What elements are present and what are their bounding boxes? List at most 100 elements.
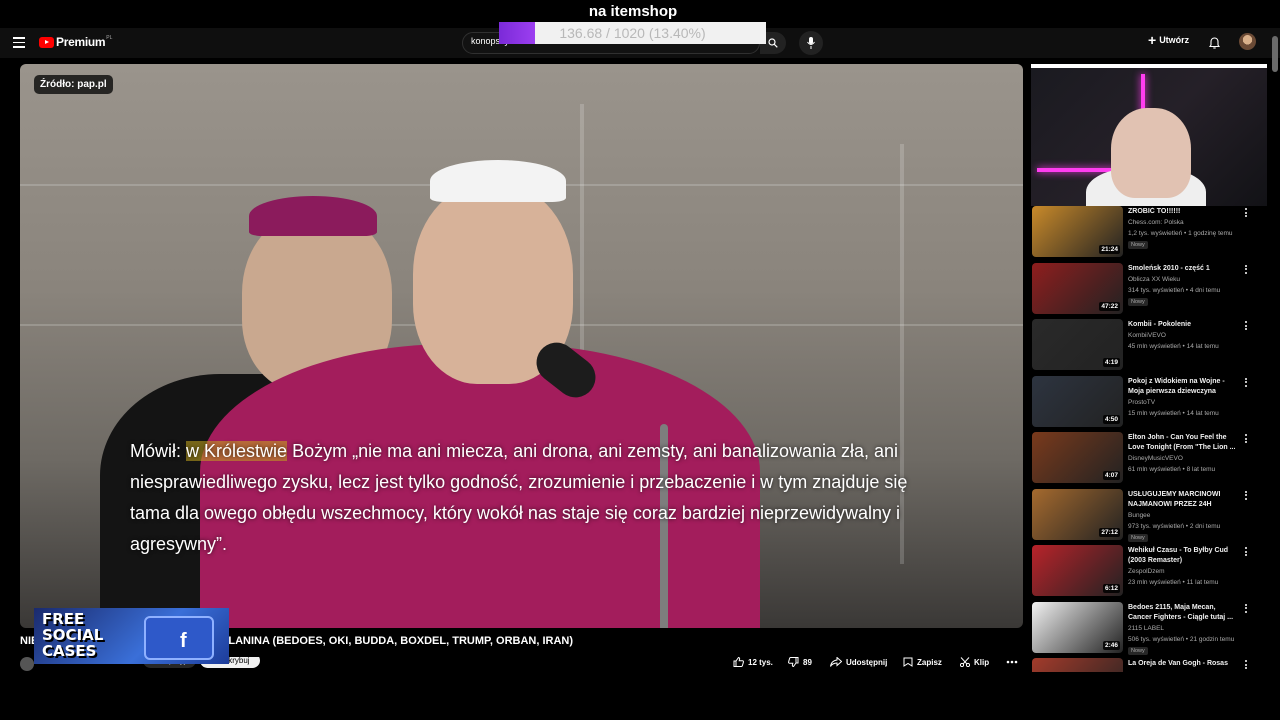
recommendation-item[interactable]: 2:46 Bedoes 2115, Maja Mecan, Cancer Figh… — [1031, 601, 1267, 659]
video-duration: 21:24 — [1099, 245, 1120, 254]
save-label: Zapisz — [917, 657, 942, 667]
video-thumbnail[interactable]: 6:12 — [1032, 545, 1123, 596]
more-vertical-icon[interactable] — [1245, 377, 1249, 389]
recommendation-item[interactable]: 47:22 Smoleńsk 2010 - część 1 Oblicza XX W… — [1031, 262, 1267, 320]
subtitle-highlight: w Królestwie — [186, 441, 288, 461]
more-vertical-icon[interactable] — [1245, 321, 1249, 332]
more-vertical-icon[interactable] — [1245, 490, 1249, 502]
recommendation-channel[interactable]: DisneyMusicVEVO — [1128, 455, 1183, 462]
video-duration: 27:12 — [1099, 527, 1120, 537]
more-vertical-icon[interactable] — [1245, 660, 1249, 671]
more-actions-button[interactable] — [1005, 658, 1023, 666]
more-vertical-icon[interactable] — [1245, 208, 1249, 219]
video-thumbnail[interactable]: 27:12 — [1032, 488, 1123, 540]
dislike-button[interactable]: 89 — [788, 657, 812, 667]
recommendation-channel[interactable]: ProstoTV — [1128, 399, 1155, 406]
video-thumbnail[interactable]: 4:50 — [1032, 375, 1123, 427]
recommendation-list: 21:24 ZROBIĆ TO!!!!!! Chess.com: Polska 1,2… — [1031, 206, 1267, 672]
recommendation-meta: 23 mln wyświetleń • 11 lat temu — [1128, 579, 1219, 586]
video-thumbnail[interactable]: 47:22 — [1032, 262, 1123, 314]
recommendation-channel[interactable]: KombiiVEVO — [1128, 332, 1166, 339]
promo-line: SOCIAL — [42, 626, 104, 644]
streamer-head — [1111, 108, 1191, 198]
recommendation-item[interactable]: 27:12 USŁUGUJEMY MARCINOWI NAJMANOWI PRZE… — [1031, 488, 1267, 546]
recommendation-meta: 506 tys. wyświetleń • 21 godzin temu — [1128, 635, 1235, 643]
video-duration: 6:12 — [1102, 584, 1120, 593]
recommendation-title[interactable]: Kombii - Pokolenie — [1128, 320, 1240, 330]
recommendation-channel[interactable]: Oblicza XX Wieku — [1128, 276, 1180, 283]
recommendation-title[interactable]: Wehikuł Czasu - To Byłby Cud (2003 Remas… — [1128, 546, 1240, 566]
page-scrollbar[interactable] — [1272, 36, 1278, 72]
thumbs-down-icon — [788, 657, 799, 667]
recommendation-title[interactable]: Bedoes 2115, Maja Mecan, Cancer Fighters… — [1128, 603, 1240, 623]
recommendation-item[interactable]: 6:12 Wehikuł Czasu - To Byłby Cud (2003 R… — [1031, 545, 1267, 602]
youtube-icon — [39, 36, 54, 48]
menu-icon[interactable] — [13, 37, 25, 48]
video-duration: 4:07 — [1102, 471, 1120, 480]
video-thumbnail[interactable]: 4:19 — [1032, 319, 1123, 370]
recommendation-channel[interactable]: 2115 LABEL — [1128, 625, 1164, 632]
video-duration: 4:19 — [1102, 358, 1120, 367]
recommendation-channel[interactable]: Bungee — [1128, 512, 1150, 519]
more-vertical-icon[interactable] — [1245, 434, 1249, 445]
bell-icon — [1208, 37, 1221, 49]
dislike-count: 89 — [803, 657, 812, 667]
recommendation-meta: 973 tys. wyświetleń • 2 dni temu — [1128, 522, 1221, 530]
recommendation-item[interactable]: 21:24 ZROBIĆ TO!!!!!! Chess.com: Polska 1,2… — [1031, 206, 1267, 263]
more-vertical-icon[interactable] — [1245, 547, 1249, 558]
recommendation-title[interactable]: Smoleńsk 2010 - część 1 — [1128, 264, 1240, 274]
thumbs-up-icon — [733, 657, 744, 667]
save-button[interactable]: Zapisz — [903, 657, 942, 667]
recommendation-meta: 61 mln wyświetleń • 8 lat temu — [1128, 466, 1216, 473]
video-thumbnail[interactable]: 21:24 — [1032, 206, 1123, 257]
more-horizontal-icon — [1006, 660, 1018, 664]
more-vertical-icon[interactable] — [1245, 264, 1249, 276]
recommendation-title[interactable]: Pokoj z Widokiem na Wojne - Moja pierwsz… — [1128, 377, 1240, 397]
recommendation-channel[interactable]: ZespolDzem — [1128, 568, 1164, 575]
create-button[interactable]: + Utwórz — [1148, 33, 1190, 47]
video-duration: 47:22 — [1099, 301, 1120, 311]
recommendations-sidebar: 21:24 ZROBIĆ TO!!!!!! Chess.com: Polska 1,2… — [1031, 64, 1267, 672]
stream-goal-progress: 136.68 / 1020 (13.40%) — [499, 22, 766, 44]
like-button[interactable]: 12 tys. — [733, 657, 773, 667]
create-label: Utwórz — [1159, 35, 1190, 45]
recommendation-title[interactable]: Elton John - Can You Feel the Love Tonig… — [1128, 433, 1240, 453]
clip-label: Klip — [974, 657, 990, 667]
clip-button[interactable]: Klip — [960, 657, 989, 667]
voice-search-button[interactable] — [799, 31, 823, 55]
more-vertical-icon[interactable] — [1245, 603, 1249, 615]
promo-line: FREE — [42, 610, 85, 628]
recommendation-title[interactable]: ZROBIĆ TO!!!!!! — [1128, 207, 1240, 217]
recommendation-meta: 15 mln wyświetleń • 14 lat temu — [1128, 409, 1219, 417]
video-duration: 4:50 — [1102, 414, 1120, 424]
video-title-end: LANINA (BEDOES, OKI, BUDDA, BOXDEL, TRUM… — [228, 635, 574, 647]
video-thumbnail[interactable]: 4:07 — [1032, 432, 1123, 483]
new-badge: Nowy — [1128, 241, 1148, 249]
source-badge: Źródło: pap.pl — [34, 75, 113, 94]
video-thumbnail[interactable]: 2:46 — [1032, 601, 1123, 653]
case-icon: f — [144, 616, 214, 660]
account-avatar[interactable] — [1239, 33, 1256, 50]
youtube-premium-logo[interactable]: Premium PL — [39, 35, 112, 49]
recommendation-channel[interactable]: Chess.com: Polska — [1128, 219, 1184, 226]
recommendation-title[interactable]: La Oreja de Van Gogh - Rosas — [1128, 659, 1240, 669]
video-player[interactable]: Źródło: pap.pl Mówił: w Królestwie Bożym… — [20, 64, 1023, 628]
recommendation-meta: 45 mln wyświetleń • 14 lat temu — [1128, 343, 1219, 350]
recommendation-item[interactable]: 4:19 Kombii - Pokolenie KombiiVEVO 45 mln w… — [1031, 319, 1267, 376]
free-social-cases-promo[interactable]: FREE SOCIAL CASES f — [34, 608, 229, 664]
notifications-button[interactable] — [1208, 36, 1221, 54]
search-icon — [768, 38, 778, 48]
video-duration: 2:46 — [1102, 640, 1120, 650]
recommendation-item[interactable]: 4:50 Pokoj z Widokiem na Wojne - Moja pie… — [1031, 375, 1267, 433]
video-actions: 12 tys. 89 Udostępnij Zapisz Klip — [0, 657, 1030, 675]
recommendation-title[interactable]: USŁUGUJEMY MARCINOWI NAJMANOWI PRZEZ 24H — [1128, 490, 1240, 510]
new-badge: Nowy — [1128, 297, 1148, 306]
share-button[interactable]: Udostępnij — [830, 657, 887, 667]
recommendation-meta: 1,2 tys. wyświetleń • 1 godzinę temu — [1128, 230, 1233, 237]
microphone-icon — [807, 37, 815, 49]
recommendation-item[interactable]: 4:07 Elton John - Can You Feel the Love T… — [1031, 432, 1267, 489]
recommendation-meta: 314 tys. wyświetleń • 4 dni temu — [1128, 286, 1221, 294]
recommendation-item[interactable]: La Oreja de Van Gogh - Rosas — [1031, 658, 1267, 672]
new-badge: Nowy — [1128, 533, 1148, 542]
video-thumbnail[interactable] — [1032, 658, 1123, 672]
